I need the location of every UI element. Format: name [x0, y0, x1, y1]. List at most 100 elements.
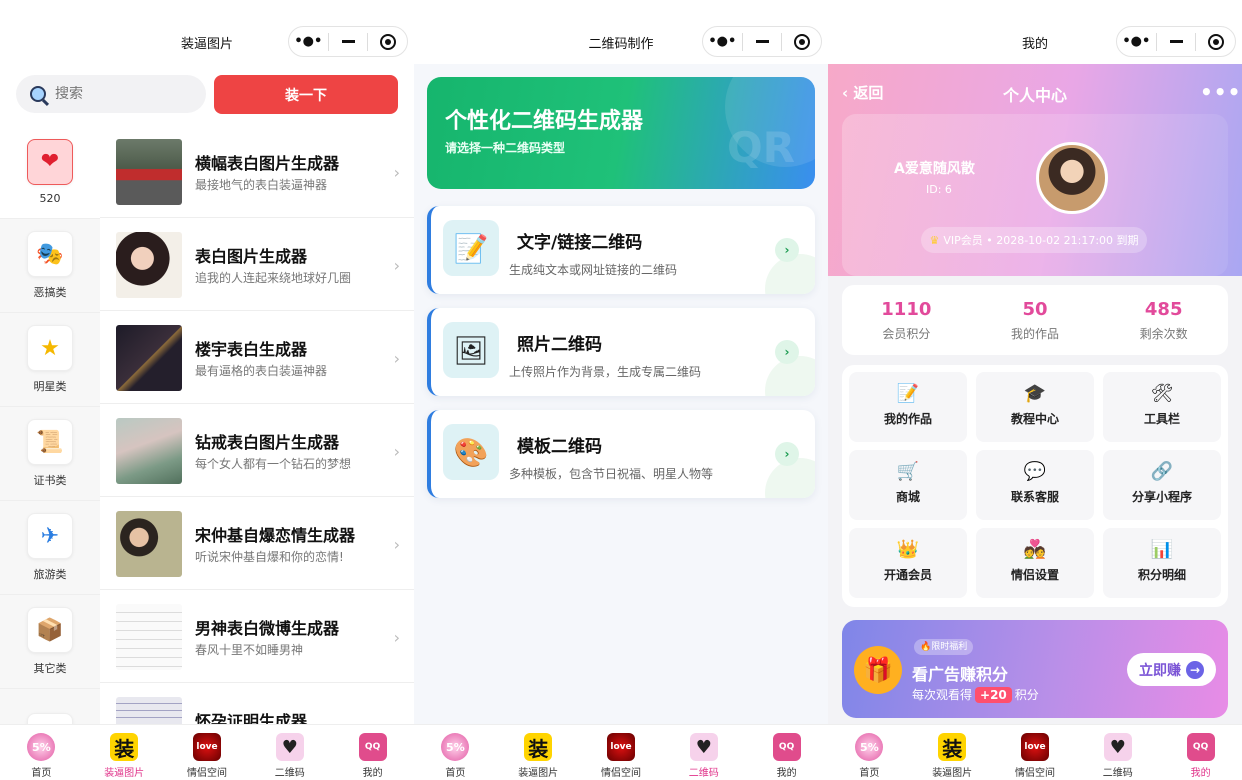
more-icon[interactable]: ••• [1200, 80, 1241, 104]
menu-label: 商城 [895, 490, 920, 504]
close-target-icon[interactable] [368, 33, 407, 50]
tab-zhuangbi[interactable]: 装装逼图片 [497, 725, 580, 780]
chat-icon: 💬 [1023, 461, 1047, 482]
chevron-right-icon[interactable]: › [775, 442, 799, 466]
stat-label: 会员积分 [882, 327, 931, 341]
search-icon [30, 86, 46, 102]
category-mingxing[interactable]: ★ 明星类 [0, 313, 100, 407]
qr-type-text-card[interactable]: 📝 文字/链接二维码 生成纯文本或网址链接的二维码 › [427, 206, 815, 294]
tab-qrcode[interactable]: ♥ 二维码 [662, 725, 745, 780]
card-title: 照片二维码 [517, 335, 602, 355]
zhuang-button[interactable]: 装一下 [214, 75, 398, 114]
tab-couple[interactable]: love 情侣空间 [580, 725, 663, 780]
menu-tutorials[interactable]: 🎓 教程中心 [976, 372, 1094, 442]
arrow-right-icon: → [1186, 660, 1204, 679]
menu-label: 积分明细 [1137, 568, 1186, 582]
search-box[interactable] [16, 75, 206, 113]
navbar: 我的 •●• [828, 0, 1242, 64]
menu-points-detail[interactable]: 📊 积分明细 [1103, 528, 1221, 598]
tab-couple[interactable]: love 情侣空间 [166, 725, 249, 780]
graduation-cap-icon: 🎓 [1023, 383, 1047, 404]
menu-label: 教程中心 [1010, 412, 1059, 426]
capsule-menu[interactable]: •●• [1116, 26, 1236, 57]
tab-label: 装逼图片 [104, 768, 145, 779]
qr-type-template-card[interactable]: 🎨 模板二维码 多种模板，包含节日祝福、明星人物等 › [427, 410, 815, 498]
menu-my-works[interactable]: 📝 我的作品 [849, 372, 967, 442]
list-item[interactable]: 表白图片生成器 追我的人连起来绕地球好几圈 › [100, 218, 414, 311]
qr-heart-icon: ♥ [689, 733, 718, 761]
menu-shop[interactable]: 🛒 商城 [849, 450, 967, 520]
tab-zhuangbi[interactable]: 装装逼图片 [911, 725, 994, 780]
stat-works[interactable]: 50 我的作品 [971, 285, 1100, 355]
tab-couple[interactable]: love 情侣空间 [994, 725, 1077, 780]
zhuang-icon: 装 [110, 733, 139, 761]
tab-qrcode[interactable]: ♥ 二维码 [1076, 725, 1159, 780]
category-zhengshu[interactable]: 📜 证书类 [0, 407, 100, 501]
stat-remaining[interactable]: 485 剩余次数 [1099, 285, 1228, 355]
zhuang-icon: 装 [938, 733, 967, 761]
home-icon: 5% [27, 733, 56, 761]
list-item[interactable]: 男神表白微博生成器 春风十里不如睡男神 › [100, 590, 414, 683]
item-title: 男神表白微博生成器 [195, 619, 340, 638]
capsule-menu[interactable]: •●• [702, 26, 822, 57]
minimize-icon[interactable] [1157, 34, 1196, 49]
picture-icon: 🖼 [443, 322, 499, 378]
category-qita[interactable]: 📦 其它类 [0, 595, 100, 689]
capsule-menu[interactable]: •●• [288, 26, 408, 57]
category-more[interactable] [0, 689, 100, 724]
list-item[interactable]: 怀孕证明生成器 [100, 683, 414, 724]
box-icon: 📦 [27, 607, 73, 653]
more-dots-icon[interactable]: •●• [703, 34, 742, 49]
tab-home[interactable]: 5% 首页 [0, 725, 83, 780]
love-icon: love [606, 733, 635, 761]
qr-type-photo-card[interactable]: 🖼 照片二维码 上传照片作为背景，生成专属二维码 › [427, 308, 815, 396]
menu-couple[interactable]: 💑 情侣设置 [976, 528, 1094, 598]
category-egao[interactable]: 🎭 恶搞类 [0, 219, 100, 313]
tab-qrcode[interactable]: ♥ 二维码 [248, 725, 331, 780]
avatar[interactable] [1036, 142, 1108, 214]
stat-label: 剩余次数 [1139, 327, 1188, 341]
menu-vip[interactable]: 👑 开通会员 [849, 528, 967, 598]
card-subtitle: 上传照片作为背景，生成专属二维码 [509, 365, 702, 379]
close-target-icon[interactable] [782, 33, 821, 50]
menu-share[interactable]: 🔗 分享小程序 [1103, 450, 1221, 520]
close-target-icon[interactable] [1196, 33, 1235, 50]
profile-icon: QQ [1186, 733, 1215, 761]
home-icon: 5% [441, 733, 470, 761]
chevron-right-icon[interactable]: › [775, 238, 799, 262]
fire-icon: 🔥 [920, 642, 932, 652]
tab-home[interactable]: 5% 首页 [828, 725, 911, 780]
ad-reward-banner[interactable]: 🎁 🔥限时福利 看广告赚积分 每次观看得 +20 积分 立即赚 → [842, 620, 1228, 718]
list-item[interactable]: 钻戒表白图片生成器 每个女人都有一个钻石的梦想 › [100, 404, 414, 497]
minimize-icon[interactable] [743, 34, 782, 49]
item-subtitle: 每个女人都有一个钻石的梦想 [195, 457, 352, 471]
tab-me[interactable]: QQ 我的 [745, 725, 828, 780]
chevron-right-icon[interactable]: › [775, 340, 799, 364]
tab-home[interactable]: 5% 首页 [414, 725, 497, 780]
home-icon: 5% [855, 733, 884, 761]
tab-me[interactable]: QQ 我的 [1159, 725, 1242, 780]
earn-now-button[interactable]: 立即赚 → [1127, 653, 1216, 686]
thumbnail-image [116, 604, 182, 670]
list-item[interactable]: 横幅表白图片生成器 最接地气的表白装逼神器 › [100, 125, 414, 218]
category-520[interactable]: ❤ 520 [0, 125, 100, 219]
ad-sub-text: 每次观看得 [912, 688, 973, 702]
menu-toolbar[interactable]: 🛠 工具栏 [1103, 372, 1221, 442]
bar-chart-icon: 📊 [1150, 539, 1174, 560]
menu-support[interactable]: 💬 联系客服 [976, 450, 1094, 520]
tab-zhuangbi[interactable]: 装装逼图片 [83, 725, 166, 780]
item-subtitle: 春风十里不如睡男神 [195, 643, 304, 657]
tab-me[interactable]: QQ 我的 [331, 725, 414, 780]
more-dots-icon[interactable]: •●• [289, 34, 328, 49]
stat-points[interactable]: 1110 会员积分 [842, 285, 971, 355]
tab-bar: 5% 首页 装装逼图片 love 情侣空间 ♥ 二维码 QQ 我的 [0, 724, 414, 780]
list-item[interactable]: 楼宇表白生成器 最有逼格的表白装逼神器 › [100, 311, 414, 404]
chevron-right-icon: › [393, 163, 400, 182]
plane-icon: ✈ [27, 513, 73, 559]
search-input[interactable] [55, 86, 185, 102]
minimize-icon[interactable] [329, 34, 368, 49]
stat-value: 50 [1022, 299, 1048, 320]
category-lvyou[interactable]: ✈ 旅游类 [0, 501, 100, 595]
more-dots-icon[interactable]: •●• [1117, 34, 1156, 49]
list-item[interactable]: 宋仲基自爆恋情生成器 听说宋仲基自爆和你的恋情! › [100, 497, 414, 590]
